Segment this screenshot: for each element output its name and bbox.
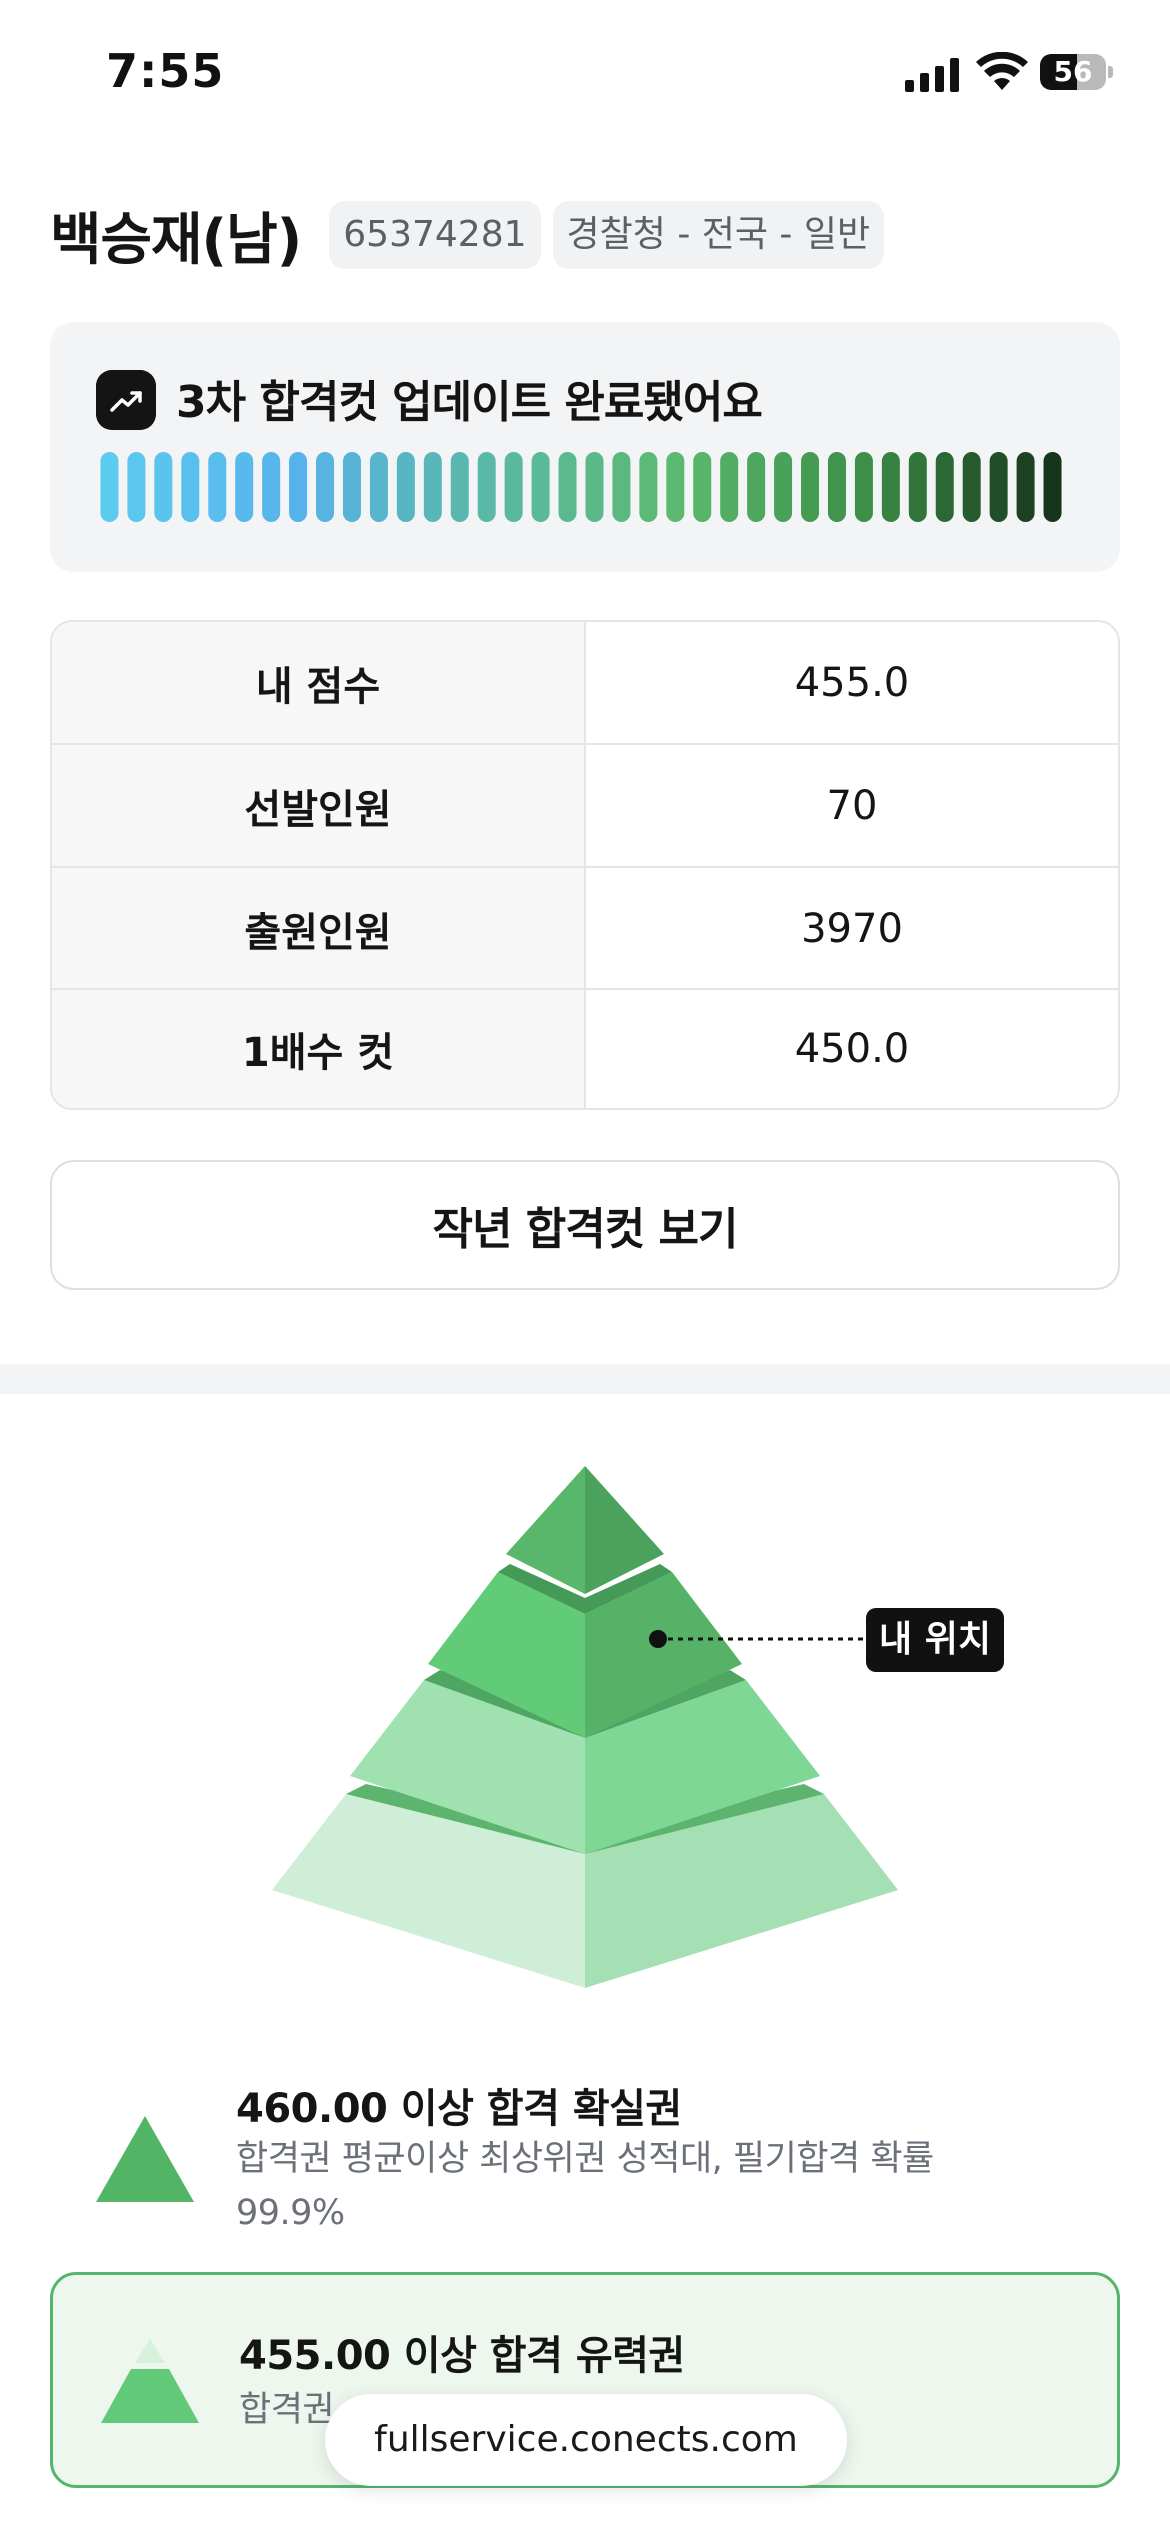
progress-bar-segment xyxy=(181,452,200,522)
progress-bar-segment xyxy=(342,452,361,522)
section-divider xyxy=(0,1364,1170,1394)
progress-bar-segment xyxy=(774,452,793,522)
progress-bar-segment xyxy=(316,452,335,522)
row-value: 70 xyxy=(826,783,878,829)
row-label: 출원인원 xyxy=(52,868,586,990)
exam-category-chip: 경찰청 - 전국 - 일반 xyxy=(552,201,885,269)
progress-bar-segment xyxy=(262,452,281,522)
progress-bar-segment xyxy=(935,452,954,522)
pyramid-second-icon xyxy=(101,2339,199,2423)
row-label: 내 점수 xyxy=(52,622,586,744)
row-label: 선발인원 xyxy=(52,745,586,867)
progress-bar-segment xyxy=(127,452,146,522)
prev-year-cutoff-button[interactable]: 작년 합격컷 보기 xyxy=(50,1160,1120,1290)
table-row: 내 점수 455.0 xyxy=(52,622,1118,744)
table-row: 출원인원 3970 xyxy=(52,868,1118,990)
progress-bar-segment xyxy=(962,452,981,522)
battery-tip xyxy=(1108,66,1113,78)
status-bar: 7:55 56 xyxy=(0,0,1170,140)
progress-bar-segment xyxy=(827,452,846,522)
update-title: 3차 합격컷 업데이트 완료됐어요 xyxy=(176,377,763,428)
progress-bar-segment xyxy=(369,452,388,522)
status-time: 7:55 xyxy=(106,44,225,98)
tier-title: 455.00 이상 합격 유력권 xyxy=(239,2333,685,2379)
progress-bar-segment xyxy=(289,452,308,522)
tier-item: 460.00 이상 합격 확실권 합격권 평균이상 최상위권 성적대, 필기합격… xyxy=(50,2070,1120,2260)
table-row: 1배수 컷 450.0 xyxy=(52,990,1118,1108)
progress-bar-segment xyxy=(208,452,227,522)
progress-bar-segment xyxy=(1016,452,1035,522)
progress-bar-segment xyxy=(612,452,631,522)
progress-bar-segment xyxy=(747,452,766,522)
cellular-signal-icon xyxy=(905,58,959,92)
progress-bar-segment xyxy=(450,452,469,522)
progress-bar-segment xyxy=(100,452,119,522)
cutoff-update-card: 3차 합격컷 업데이트 완료됐어요 xyxy=(50,322,1120,572)
progress-bar-segment xyxy=(531,452,550,522)
trending-up-icon xyxy=(96,370,156,430)
progress-bar-segment xyxy=(854,452,873,522)
progress-bar-segment xyxy=(693,452,712,522)
row-value: 3970 xyxy=(801,906,903,952)
browser-url-bar[interactable]: fullservice.conects.com xyxy=(325,2394,847,2486)
progress-bar-segment xyxy=(396,452,415,522)
progress-bar-segment xyxy=(908,452,927,522)
pyramid-top-icon xyxy=(96,2116,194,2202)
table-row: 선발인원 70 xyxy=(52,745,1118,867)
my-position-label: 내 위치 xyxy=(866,1608,1004,1672)
row-label: 1배수 컷 xyxy=(52,990,586,1108)
progress-bar-segment xyxy=(558,452,577,522)
score-pyramid xyxy=(272,1466,898,1988)
battery-icon: 56 xyxy=(1040,54,1106,90)
user-name: 백승재(남) xyxy=(50,207,302,273)
tier-description: 합격권 평균이상 최상위권 성적대, 필기합격 확률 99.9% xyxy=(236,2139,934,2233)
row-value: 455.0 xyxy=(794,660,910,706)
exam-id-chip: 65374281 xyxy=(329,201,541,269)
battery-level: 56 xyxy=(1053,55,1093,88)
progress-bar-segment xyxy=(235,452,254,522)
progress-bar-segment xyxy=(801,452,820,522)
progress-bar-segment xyxy=(666,452,685,522)
tier-title: 460.00 이상 합격 확실권 xyxy=(236,2086,682,2132)
progress-bar-segment xyxy=(423,452,442,522)
row-value: 450.0 xyxy=(794,1026,910,1072)
progress-bar-segment xyxy=(639,452,658,522)
progress-bar-segment xyxy=(881,452,900,522)
progress-bar-segment xyxy=(989,452,1008,522)
score-table: 내 점수 455.0 선발인원 70 출원인원 3970 1배수 컷 450.0 xyxy=(50,620,1120,1110)
profile-header: 백승재(남) 65374281 경찰청 - 전국 - 일반 xyxy=(50,196,896,274)
progress-bar-segment xyxy=(477,452,496,522)
wifi-icon xyxy=(976,52,1028,90)
progress-bar-segment xyxy=(1043,452,1062,522)
progress-bar-segment xyxy=(720,452,739,522)
progress-bars xyxy=(100,452,1062,522)
progress-bar-segment xyxy=(504,452,523,522)
progress-bar-segment xyxy=(585,452,604,522)
progress-bar-segment xyxy=(154,452,173,522)
